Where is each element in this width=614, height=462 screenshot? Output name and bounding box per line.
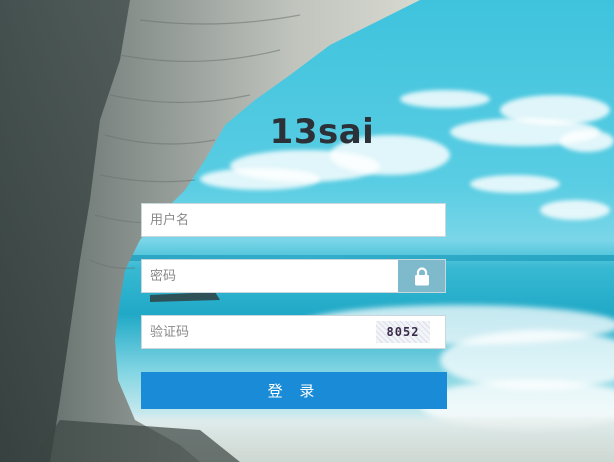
login-page: 13sai 8052 登 录 [0, 0, 614, 462]
user-icon [413, 211, 430, 230]
password-icon-box [398, 260, 445, 292]
app-title: 13sai [269, 112, 375, 152]
username-input[interactable] [142, 204, 399, 236]
background-cloud [540, 200, 610, 220]
background-cloud [470, 175, 560, 193]
login-button[interactable]: 登 录 [141, 372, 447, 409]
captcha-input[interactable] [142, 316, 362, 348]
password-field [141, 259, 446, 293]
captcha-image-box: 8052 [361, 316, 445, 348]
captcha-field: 8052 [141, 315, 446, 349]
username-field [141, 203, 446, 237]
lock-icon [414, 266, 429, 285]
password-input[interactable] [142, 260, 399, 292]
username-icon-box [398, 204, 445, 236]
captcha-image[interactable]: 8052 [376, 321, 430, 343]
